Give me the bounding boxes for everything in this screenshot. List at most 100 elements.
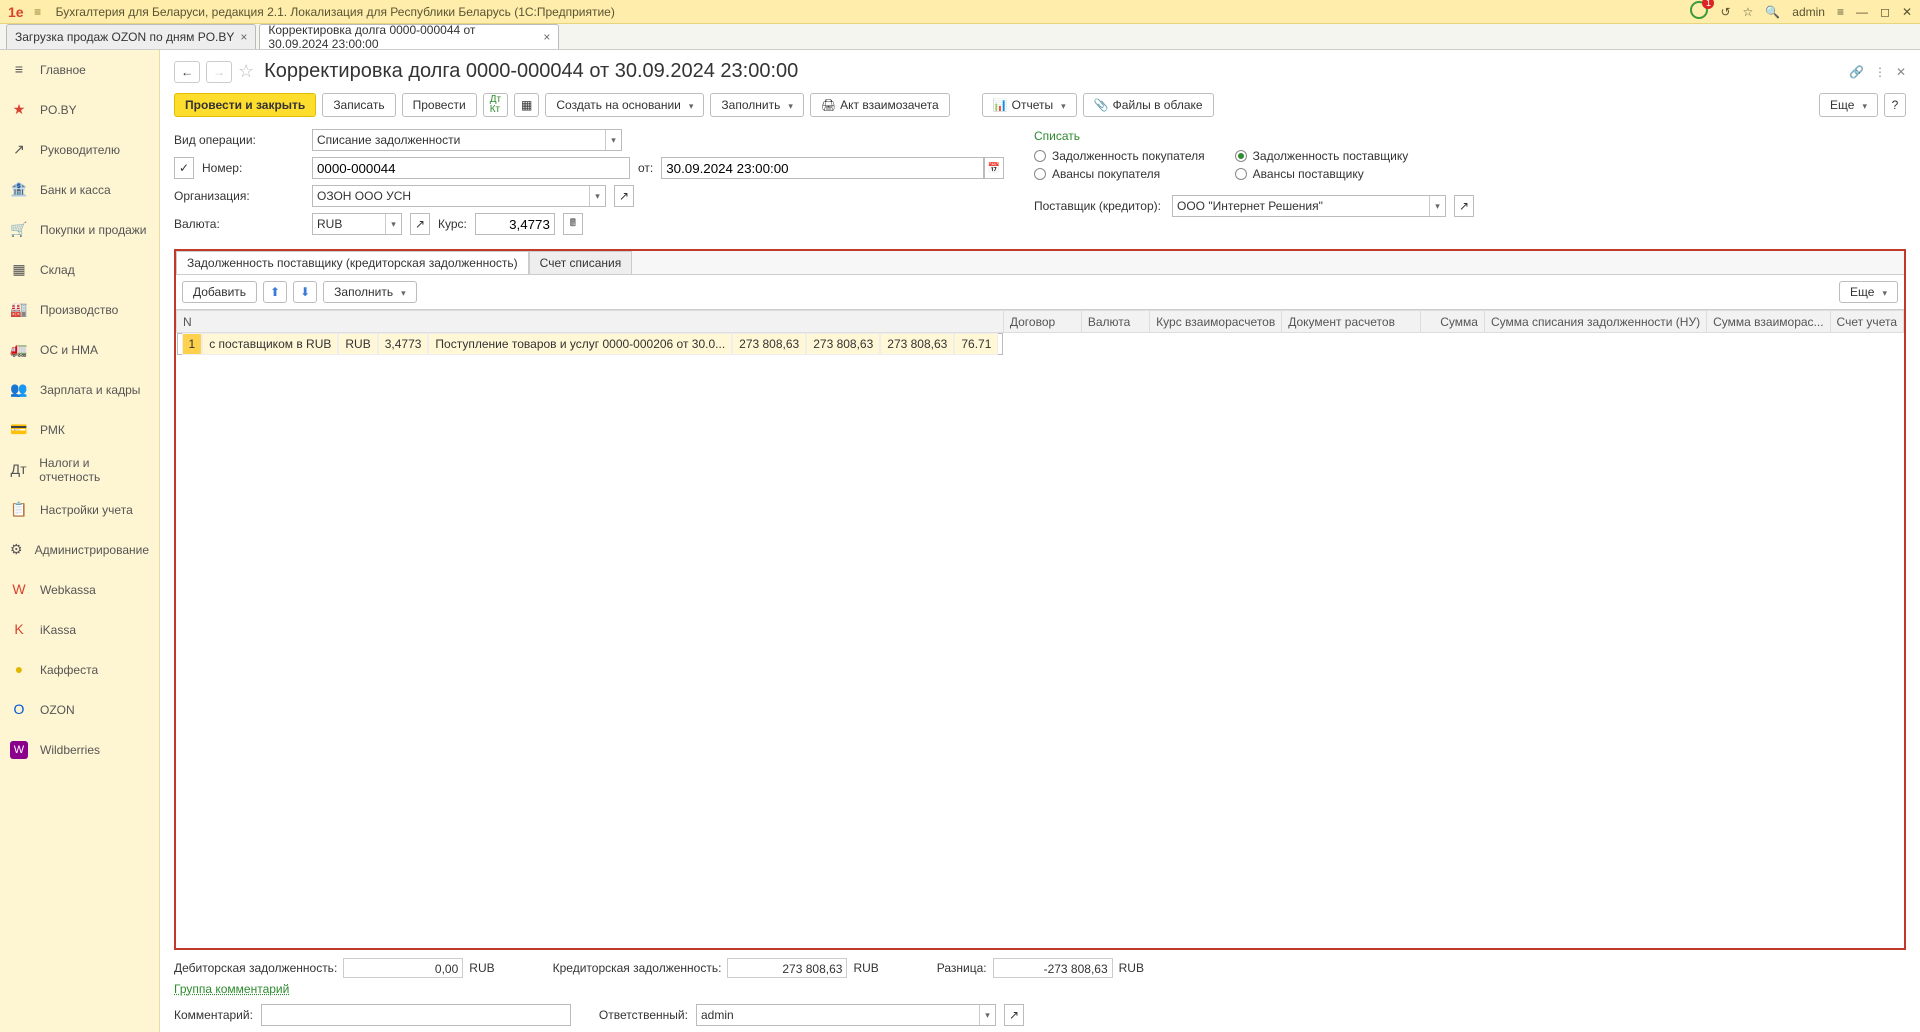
close-tab-icon[interactable]: × <box>543 30 550 44</box>
currency-select[interactable]: RUB <box>312 213 402 235</box>
sidebar-item-sales[interactable]: 🛒Покупки и продажи <box>0 210 159 250</box>
col-doc[interactable]: Документ расчетов <box>1282 311 1421 333</box>
act-button[interactable]: 🖨Акт взаимозачета <box>810 93 950 117</box>
move-down-button[interactable]: ⬇ <box>293 281 317 303</box>
files-button[interactable]: 📎Файлы в облаке <box>1083 93 1214 117</box>
sidebar-item-warehouse[interactable]: ▦Склад <box>0 250 159 290</box>
link-icon[interactable]: 🔗 <box>1849 65 1864 79</box>
main-menu-icon[interactable]: ≡ <box>30 5 46 19</box>
close-form-icon[interactable]: ✕ <box>1896 65 1906 79</box>
write-button[interactable]: Записать <box>322 93 395 117</box>
col-sum-nu[interactable]: Сумма списания задолженности (НУ) <box>1484 311 1706 333</box>
org-open-icon[interactable]: ↗ <box>614 185 634 207</box>
col-rate[interactable]: Курс взаиморасчетов <box>1150 311 1282 333</box>
app-title: Бухгалтерия для Беларуси, редакция 2.1. … <box>56 5 615 19</box>
favorite-toggle-icon[interactable]: ☆ <box>238 61 254 82</box>
sidebar-item-kaffesta[interactable]: ●Каффеста <box>0 650 159 690</box>
fill-button[interactable]: Заполнить <box>710 93 803 117</box>
close-tab-icon[interactable]: × <box>240 30 247 44</box>
sidebar-item-main[interactable]: ≡Главное <box>0 50 159 90</box>
supplier-select[interactable]: ООО "Интернет Решения" <box>1172 195 1446 217</box>
col-contract[interactable]: Договор <box>1003 311 1081 333</box>
number-input[interactable] <box>312 157 630 179</box>
people-icon: 👥 <box>10 381 28 399</box>
calendar-icon[interactable] <box>984 157 1004 179</box>
date-input[interactable] <box>661 157 984 179</box>
sidebar-item-manager[interactable]: ↗Руководителю <box>0 130 159 170</box>
post-button[interactable]: Провести <box>402 93 477 117</box>
responsible-select[interactable]: admin <box>696 1004 996 1026</box>
col-sum-mutual[interactable]: Сумма взаиморас... <box>1707 311 1830 333</box>
structure-button[interactable]: ▦ <box>514 93 539 117</box>
calc-icon[interactable] <box>563 213 583 235</box>
supplier-open-icon[interactable]: ↗ <box>1454 195 1474 217</box>
table-row[interactable]: 1 с поставщиком в RUB RUB 3,4773 Поступл… <box>177 333 1004 355</box>
tab-debt-correction[interactable]: Корректировка долга 0000-000044 от 30.09… <box>259 24 559 49</box>
reports-button[interactable]: 📊Отчеты <box>982 93 1077 117</box>
org-select[interactable]: ОЗОН ООО УСН <box>312 185 606 207</box>
kaffesta-icon: ● <box>10 661 28 679</box>
minimize-icon[interactable]: — <box>1856 5 1868 19</box>
tab-writeoff-account[interactable]: Счет списания <box>529 251 633 274</box>
sidebar-item-bank[interactable]: 🏦Банк и касса <box>0 170 159 210</box>
kebab-icon[interactable]: ⋮ <box>1874 65 1886 79</box>
nav-forward-button[interactable]: → <box>206 61 232 83</box>
sidebar-item-label: Wildberries <box>40 743 100 757</box>
rate-label: Курс: <box>438 217 467 231</box>
move-up-button[interactable]: ⬆ <box>263 281 287 303</box>
rate-input[interactable] <box>475 213 555 235</box>
sidebar-item-ikassa[interactable]: KiKassa <box>0 610 159 650</box>
debt-grid[interactable]: N Договор Валюта Курс взаиморасчетов Док… <box>176 309 1904 948</box>
col-n[interactable]: N <box>177 311 1004 333</box>
grid-icon: ▦ <box>10 261 28 279</box>
maximize-icon[interactable]: ◻ <box>1880 5 1890 19</box>
oper-type-select[interactable]: Списание задолженности <box>312 129 622 151</box>
sidebar-item-webkassa[interactable]: WWebkassa <box>0 570 159 610</box>
radio-supplier-debt[interactable]: Задолженность поставщику <box>1235 149 1409 163</box>
col-sum[interactable]: Сумма <box>1421 311 1485 333</box>
table-more-button[interactable]: Еще <box>1839 281 1898 303</box>
responsible-open-icon[interactable]: ↗ <box>1004 1004 1024 1026</box>
diff-cur: RUB <box>1119 961 1144 975</box>
sidebar-item-rmk[interactable]: 💳РМК <box>0 410 159 450</box>
comment-group-link[interactable]: Группа комментарий <box>174 982 289 996</box>
sidebar-item-tax[interactable]: ДтНалоги и отчетность <box>0 450 159 490</box>
dtkt-button[interactable]: ДтКт <box>483 93 508 117</box>
sidebar-item-wildberries[interactable]: WWildberries <box>0 730 159 770</box>
nav-back-button[interactable]: ← <box>174 61 200 83</box>
help-button[interactable]: ? <box>1884 93 1906 117</box>
sidebar-item-assets[interactable]: 🚛ОС и НМА <box>0 330 159 370</box>
col-currency[interactable]: Валюта <box>1081 311 1149 333</box>
oper-type-label: Вид операции: <box>174 133 304 147</box>
sidebar-item-settings[interactable]: 📋Настройки учета <box>0 490 159 530</box>
cart-icon: 🛒 <box>10 221 28 239</box>
sidebar-item-poby[interactable]: ★PO.BY <box>0 90 159 130</box>
currency-open-icon[interactable]: ↗ <box>410 213 430 235</box>
tab-ozon-load[interactable]: Загрузка продаж OZON по дням PO.BY × <box>6 24 256 49</box>
sidebar-item-ozon[interactable]: OOZON <box>0 690 159 730</box>
history-icon[interactable]: ↺ <box>1720 5 1730 19</box>
sidebar-item-hr[interactable]: 👥Зарплата и кадры <box>0 370 159 410</box>
add-row-button[interactable]: Добавить <box>182 281 257 303</box>
tab-supplier-debt[interactable]: Задолженность поставщику (кредиторская з… <box>176 251 529 274</box>
sidebar-item-production[interactable]: 🏭Производство <box>0 290 159 330</box>
notification-icon[interactable]: 1 <box>1690 1 1708 22</box>
sidebar-item-label: Банк и касса <box>40 183 111 197</box>
post-and-close-button[interactable]: Провести и закрыть <box>174 93 316 117</box>
radio-supplier-advance[interactable]: Авансы поставщику <box>1235 167 1409 181</box>
col-account[interactable]: Счет учета <box>1830 311 1903 333</box>
radio-buyer-advance[interactable]: Авансы покупателя <box>1034 167 1205 181</box>
tab-label: Загрузка продаж OZON по дням PO.BY <box>15 30 234 44</box>
close-window-icon[interactable]: ✕ <box>1902 5 1912 19</box>
posted-indicator-icon[interactable]: ✓ <box>174 157 194 179</box>
favorite-icon[interactable]: ☆ <box>1743 5 1754 19</box>
sidebar-item-admin[interactable]: ⚙Администрирование <box>0 530 159 570</box>
user-label[interactable]: admin <box>1792 5 1825 19</box>
create-based-button[interactable]: Создать на основании <box>545 93 704 117</box>
comment-input[interactable] <box>261 1004 571 1026</box>
more-button[interactable]: Еще <box>1819 93 1878 117</box>
radio-buyer-debt[interactable]: Задолженность покупателя <box>1034 149 1205 163</box>
settings-icon[interactable]: ≡ <box>1837 5 1844 19</box>
fill-table-button[interactable]: Заполнить <box>323 281 416 303</box>
search-icon[interactable]: 🔍 <box>1765 5 1780 19</box>
